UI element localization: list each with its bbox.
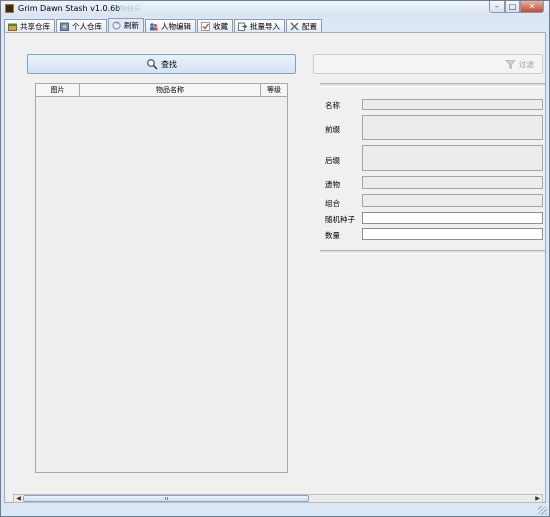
relic-field xyxy=(362,176,543,189)
relic-label: 遗物 xyxy=(325,180,340,189)
combo-label: 组合 xyxy=(325,199,340,208)
tab-label: 刷新 xyxy=(124,21,139,30)
window-title: Grim Dawn Stash v1.0.6b xyxy=(18,4,121,13)
column-header-item-name[interactable]: 物品名称 xyxy=(80,84,261,96)
personal-stash-icon xyxy=(60,22,69,31)
settings-icon xyxy=(290,22,299,31)
scrollbar-thumb[interactable] xyxy=(23,495,309,502)
magnifier-icon xyxy=(146,58,158,70)
character-edit-icon xyxy=(149,22,158,31)
suffix-label: 后缀 xyxy=(325,156,340,165)
seed-input[interactable] xyxy=(362,212,543,224)
close-button[interactable]: ✕ xyxy=(520,1,544,13)
name-label: 名称 xyxy=(325,101,340,110)
column-header-level[interactable]: 等级 xyxy=(261,84,287,96)
tab-shared-stash[interactable]: 共享仓库 xyxy=(4,19,55,32)
tab-personal-stash[interactable]: 个人仓库 xyxy=(56,19,107,32)
app-window: Grim Dawn Stash v1.0.6b 购物快乐 – □ ✕ 共享仓库 … xyxy=(0,0,550,517)
tab-label: 批量导入 xyxy=(250,21,280,31)
item-table[interactable]: 图片 物品名称 等级 xyxy=(35,83,288,473)
name-field xyxy=(362,99,543,110)
title-bar[interactable]: Grim Dawn Stash v1.0.6b 购物快乐 – □ ✕ xyxy=(1,1,549,17)
app-icon xyxy=(5,4,14,13)
batch-import-icon xyxy=(238,22,248,31)
tab-label: 人物编辑 xyxy=(161,21,191,31)
scroll-right-arrow-icon[interactable]: ▶ xyxy=(533,495,542,502)
window-controls: – □ ✕ xyxy=(489,1,544,13)
tab-batch-import[interactable]: 批量导入 xyxy=(234,19,285,32)
tab-favorites[interactable]: 收藏 xyxy=(197,19,233,32)
status-bar xyxy=(1,505,549,516)
search-button-label: 查找 xyxy=(161,59,177,69)
prefix-label: 前缀 xyxy=(325,125,340,134)
horizontal-scrollbar[interactable]: ◀ ▶ xyxy=(13,494,543,503)
seed-label: 随机种子 xyxy=(325,215,355,224)
filter-button-label: 过滤 xyxy=(519,59,534,69)
tab-refresh[interactable]: 刷新 xyxy=(108,18,144,32)
maximize-button[interactable]: □ xyxy=(505,1,520,13)
quantity-input[interactable] xyxy=(362,228,543,240)
refresh-icon xyxy=(112,21,121,30)
prefix-field xyxy=(362,115,543,140)
favorites-icon xyxy=(201,21,210,31)
column-header-image[interactable]: 图片 xyxy=(36,84,80,96)
content-panel: 查找 过滤 图片 物品名称 等级 名称 前缀 后缀 遗物 组合 随机种子 数量 … xyxy=(4,32,546,503)
funnel-icon xyxy=(505,59,516,70)
minimize-button[interactable]: – xyxy=(489,1,505,13)
table-header: 图片 物品名称 等级 xyxy=(36,84,287,97)
details-separator-bottom xyxy=(320,250,545,254)
tab-label: 配置 xyxy=(302,21,317,31)
search-button[interactable]: 查找 xyxy=(27,54,296,74)
shared-stash-icon xyxy=(8,22,17,31)
tab-strip: 共享仓库 个人仓库 刷新 人物编辑 收藏 批量导入 配置 xyxy=(4,18,323,32)
filter-button[interactable]: 过滤 xyxy=(313,54,543,74)
combo-field xyxy=(362,194,543,207)
window-title-ghost: 购物快乐 xyxy=(113,5,141,13)
tab-label: 共享仓库 xyxy=(20,21,50,31)
tab-label: 个人仓库 xyxy=(72,21,102,31)
resize-grip-icon[interactable] xyxy=(538,506,547,515)
details-separator-top xyxy=(320,83,545,87)
suffix-field xyxy=(362,145,543,171)
tab-character-edit[interactable]: 人物编辑 xyxy=(145,19,196,32)
tab-settings[interactable]: 配置 xyxy=(286,19,322,32)
scrollbar-grip-icon xyxy=(165,497,168,500)
scroll-left-arrow-icon[interactable]: ◀ xyxy=(14,495,23,502)
quantity-label: 数量 xyxy=(325,231,340,240)
tab-label: 收藏 xyxy=(213,21,228,31)
